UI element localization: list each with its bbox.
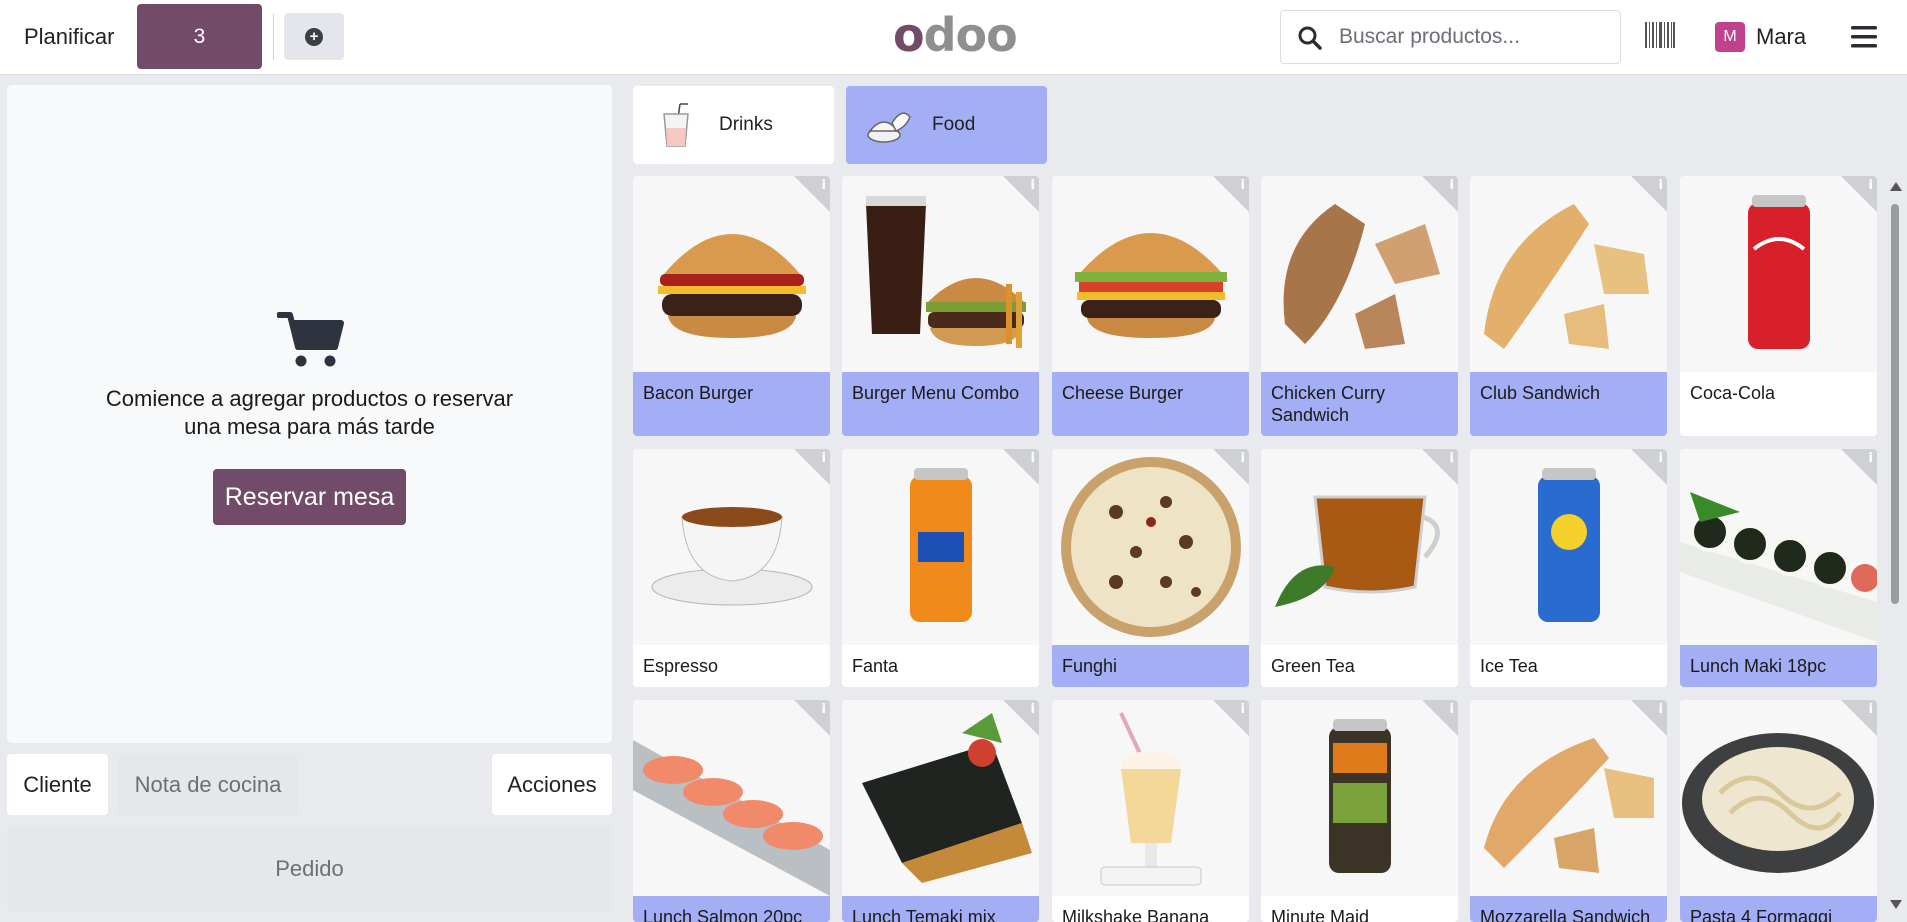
category-food[interactable]: Food: [846, 86, 1047, 164]
info-icon[interactable]: i: [1450, 451, 1454, 466]
product-card-club-sandwich[interactable]: i Club Sandwich: [1470, 176, 1667, 436]
order-button[interactable]: Pedido: [7, 826, 612, 912]
product-card-fanta[interactable]: i Fanta: [842, 449, 1039, 687]
food-plate-icon: [866, 102, 912, 148]
info-icon[interactable]: i: [1869, 178, 1873, 193]
product-name: Lunch Maki 18pc: [1680, 645, 1877, 687]
product-name: Mozzarella Sandwich: [1470, 896, 1667, 922]
info-icon[interactable]: i: [1241, 178, 1245, 193]
top-bar: Planificar 3 + odoo M Mara: [0, 0, 1907, 75]
order-panel: Comience a agregar productos o reservar …: [7, 85, 612, 743]
actions-button[interactable]: Acciones: [492, 754, 612, 815]
product-card-green-tea[interactable]: i Green Tea: [1261, 449, 1458, 687]
product-name: Funghi: [1052, 645, 1249, 687]
category-label: Drinks: [719, 114, 773, 135]
odoo-logo: odoo: [893, 8, 1018, 62]
info-icon[interactable]: i: [822, 178, 826, 193]
product-name: Pasta 4 Formaggi: [1680, 896, 1877, 922]
product-card-bacon-burger[interactable]: i Bacon Burger: [633, 176, 830, 436]
info-icon[interactable]: i: [1450, 178, 1454, 193]
product-name: Lunch Temaki mix 3pc: [842, 896, 1039, 922]
product-name: Ice Tea: [1480, 656, 1538, 676]
plan-button[interactable]: Planificar: [24, 24, 114, 50]
info-icon[interactable]: i: [1450, 702, 1454, 717]
empty-message-line-1: Comience a agregar productos o reservar: [105, 386, 514, 411]
product-card-burger-menu-combo[interactable]: i Burger Menu Combo: [842, 176, 1039, 436]
search-input[interactable]: [1339, 21, 1609, 53]
info-icon[interactable]: i: [1869, 451, 1873, 466]
product-card-milkshake-banana[interactable]: i Milkshake Banana: [1052, 700, 1249, 922]
user-name[interactable]: Mara: [1756, 24, 1806, 50]
product-name: Milkshake Banana: [1062, 907, 1210, 922]
empty-message-line-2: una mesa para más tarde: [184, 414, 435, 439]
info-icon[interactable]: i: [1031, 451, 1035, 466]
header-divider: [273, 14, 274, 60]
reserve-table-button[interactable]: Reservar mesa: [213, 469, 406, 525]
product-search[interactable]: [1280, 10, 1621, 64]
kitchen-note-button[interactable]: Nota de cocina: [118, 754, 298, 815]
info-icon[interactable]: i: [1241, 451, 1245, 466]
user-avatar[interactable]: M: [1715, 22, 1745, 52]
product-name: Chicken Curry Sandwich: [1261, 372, 1458, 436]
category-drinks[interactable]: Drinks: [633, 86, 834, 164]
product-name: Green Tea: [1271, 656, 1355, 676]
barcode-icon[interactable]: [1645, 22, 1675, 48]
scrollbar-thumb[interactable]: [1891, 204, 1899, 604]
product-card-funghi[interactable]: i Funghi: [1052, 449, 1249, 687]
product-list-scrollbar[interactable]: [1888, 180, 1902, 922]
drink-glass-icon: [653, 102, 699, 148]
plus-circle-icon: +: [305, 27, 323, 46]
product-name: Bacon Burger: [633, 372, 830, 436]
product-card-lunch-maki[interactable]: i Lunch Maki 18pc: [1680, 449, 1877, 687]
info-icon[interactable]: i: [1869, 702, 1873, 717]
product-card-cheese-burger[interactable]: i Cheese Burger: [1052, 176, 1249, 436]
hamburger-menu-icon[interactable]: [1851, 26, 1877, 48]
product-name: Coca-Cola: [1690, 383, 1776, 403]
new-order-button[interactable]: +: [284, 13, 344, 60]
info-icon[interactable]: i: [1031, 702, 1035, 717]
product-name: Burger Menu Combo: [842, 372, 1039, 436]
product-card-coca-cola[interactable]: i Coca-Cola: [1680, 176, 1877, 436]
info-icon[interactable]: i: [822, 451, 826, 466]
scroll-down-arrow-icon[interactable]: [1890, 900, 1902, 909]
product-card-mozzarella-sandwich[interactable]: i Mozzarella Sandwich: [1470, 700, 1667, 922]
category-label: Food: [932, 114, 976, 135]
info-icon[interactable]: i: [1659, 702, 1663, 717]
shopping-cart-icon: [277, 312, 344, 367]
product-card-chicken-curry-sandwich[interactable]: i Chicken Curry Sandwich: [1261, 176, 1458, 436]
product-card-lunch-salmon[interactable]: i Lunch Salmon 20pc: [633, 700, 830, 922]
product-name: Lunch Salmon 20pc: [633, 896, 830, 922]
product-card-minute-maid[interactable]: i Minute Maid: [1261, 700, 1458, 922]
info-icon[interactable]: i: [822, 702, 826, 717]
product-card-espresso[interactable]: i Espresso: [633, 449, 830, 687]
search-icon: [1298, 26, 1322, 50]
info-icon[interactable]: i: [1241, 702, 1245, 717]
product-name: Fanta: [852, 656, 899, 676]
product-card-ice-tea[interactable]: i Ice Tea: [1470, 449, 1667, 687]
product-name: Minute Maid: [1271, 907, 1370, 922]
info-icon[interactable]: i: [1659, 178, 1663, 193]
product-name: Club Sandwich: [1470, 372, 1667, 436]
product-card-lunch-temaki[interactable]: i Lunch Temaki mix 3pc: [842, 700, 1039, 922]
product-name: Espresso: [643, 656, 719, 676]
order-tab[interactable]: 3: [137, 4, 262, 69]
scroll-up-arrow-icon[interactable]: [1890, 182, 1902, 191]
empty-cart-message: Comience a agregar productos o reservar …: [7, 385, 612, 441]
customer-button[interactable]: Cliente: [7, 754, 108, 815]
product-card-pasta-4-formaggi[interactable]: i Pasta 4 Formaggi: [1680, 700, 1877, 922]
info-icon[interactable]: i: [1659, 451, 1663, 466]
info-icon[interactable]: i: [1031, 178, 1035, 193]
product-name: Cheese Burger: [1052, 372, 1249, 436]
